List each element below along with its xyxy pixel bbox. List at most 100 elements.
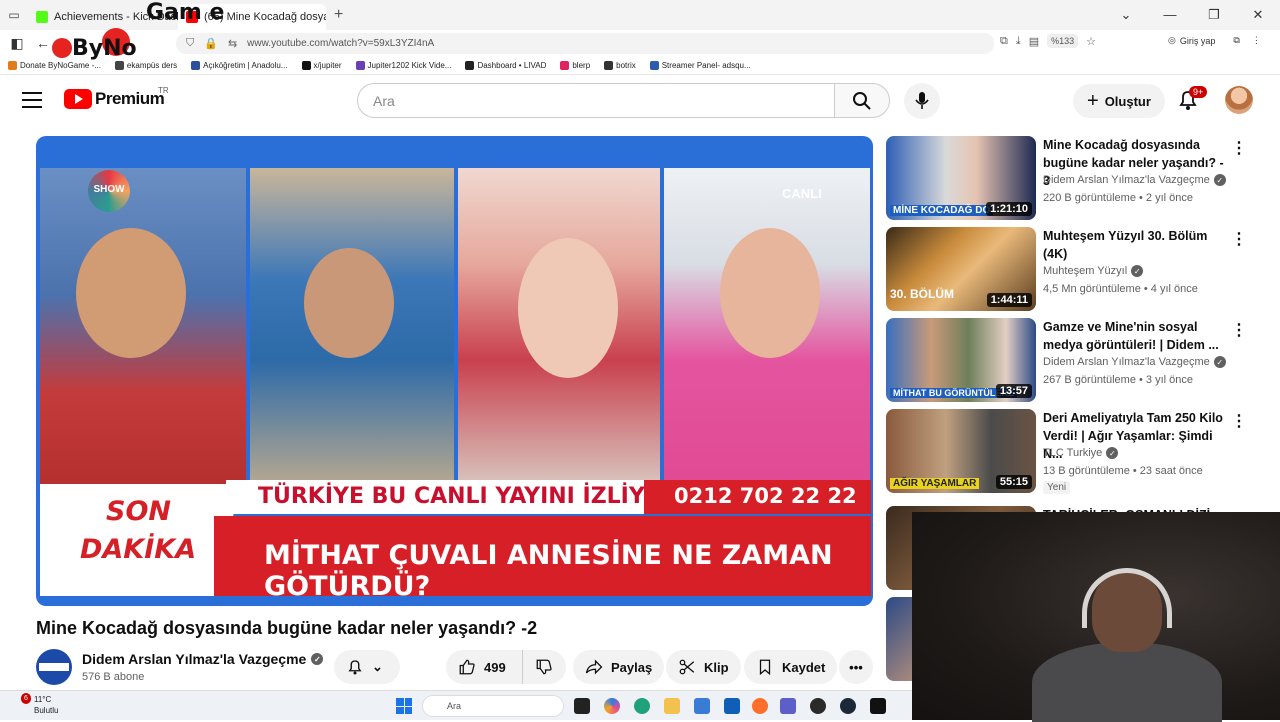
like-button[interactable]: 499 [446,650,522,684]
share-label: Paylaş [611,659,653,675]
new-tab-icon[interactable]: + [334,6,343,24]
save-button[interactable]: Kaydet [744,650,838,684]
share-button[interactable]: Paylaş [573,650,665,684]
epic-games-icon[interactable] [870,698,886,714]
video-duration: 1:21:10 [986,202,1032,216]
weather-condition: Bulutlu [34,706,59,715]
signin-button[interactable]: ◎ Giriş yap ⧉ ⋮ [1168,35,1261,46]
channel-name[interactable]: Didem Arslan Yılmaz'la Vazgeçme ✓ [82,651,324,667]
window-menu-icon[interactable]: ▭ [0,8,28,22]
headline-top: TÜRKİYE BU CANLI YAYINI İZLİYOR! [258,484,690,509]
bookmark-icon [759,659,771,676]
channel-name[interactable]: Muhteşem Yüzyıl ✓ [1043,265,1144,277]
browser-menu-icon[interactable]: ⋮ [1252,35,1261,46]
video-player[interactable]: SHOW CANLI SON DAKİKA TÜRKİYE BU CANLI Y… [36,136,873,606]
bell-icon [348,660,362,675]
dislike-button[interactable] [522,650,566,684]
save-label: Kaydet [782,659,826,675]
bookmark-item[interactable]: Dashboard • LIVAD [465,61,546,70]
minimize-icon[interactable]: — [1148,7,1192,23]
webcam-overlay [912,512,1280,722]
task-view-icon[interactable] [574,698,590,714]
screenshot-icon[interactable]: ⧉ [1000,35,1008,48]
chevron-down-icon: ⌄ [372,659,383,674]
voice-search-button[interactable] [904,83,940,119]
list-item[interactable]: AĞIR YAŞAMLAR 55:15 Deri Ameliyatıyla Ta… [886,409,1266,501]
zoom-level[interactable]: %133 [1047,34,1079,48]
start-button[interactable] [396,698,412,714]
video-duration: 55:15 [995,475,1032,489]
create-label: Oluştur [1104,93,1151,109]
video-panel-elder-woman [250,168,454,488]
breaking-son: SON [106,496,171,527]
sidebar-toggle-icon[interactable]: ◧ [4,35,30,52]
more-vert-icon[interactable]: ⋮ [1231,320,1247,340]
signin-label: Giriş yap [1179,35,1216,46]
video-thumbnail[interactable]: MİNE KOCADAĞ DO 1:21:10 [886,136,1036,220]
bookmark-item[interactable]: Jupiter1202 Kick Vide... [355,61,451,70]
thumbnail-caption: MİNE KOCADAĞ DO [890,205,994,216]
restore-icon[interactable]: ❐ [1192,7,1236,23]
video-title[interactable]: Muhteşem Yüzyıl 30. Bölüm (4K) [1043,227,1233,263]
video-title[interactable]: Gamze ve Mine'nin sosyal medya görüntüle… [1043,318,1233,354]
channel-name[interactable]: Didem Arslan Yılmaz'la Vazgeçme ✓ [1043,356,1226,368]
window-close-icon[interactable]: ✕ [1236,7,1280,23]
search-icon [853,91,871,110]
create-button[interactable]: + Oluştur [1073,84,1165,118]
video-thumbnail[interactable]: MİTHAT BU GÖRÜNTÜLERE 13:57 [886,318,1036,402]
clip-button[interactable]: Klip [666,650,741,684]
extensions-icon[interactable]: ⧉ [1233,35,1239,46]
more-actions-button[interactable]: ••• [839,650,873,684]
more-vert-icon[interactable]: ⋮ [1231,411,1247,431]
bookmark-item[interactable]: blerp [560,61,590,70]
store-icon[interactable] [694,698,710,714]
scissors-icon [679,659,695,675]
weather-widget[interactable]: 6 11°C Bulutlu [12,693,59,716]
list-item[interactable]: MİTHAT BU GÖRÜNTÜLERE 13:57 Gamze ve Min… [886,318,1266,402]
bookmark-item[interactable]: botrix [604,61,636,70]
avatar[interactable] [1225,86,1253,114]
subscription-bell-button[interactable]: ⌄ [334,650,400,684]
reader-icon[interactable]: ▤ [1029,35,1039,48]
video-thumbnail[interactable]: AĞIR YAŞAMLAR 55:15 [886,409,1036,493]
video-duration: 13:57 [995,384,1032,398]
country-code: TR [158,86,169,95]
channel-avatar[interactable] [36,649,72,685]
bookmark-item[interactable]: x/jupiter [301,61,342,70]
steam-icon[interactable] [840,698,856,714]
file-explorer-icon[interactable] [664,698,680,714]
edge-icon[interactable] [634,698,650,714]
search-input[interactable]: Ara [357,83,835,118]
verified-icon: ✓ [1213,174,1226,186]
more-vert-icon[interactable]: ⋮ [1231,138,1247,158]
headline-bar-bottom: MİTHAT ÇUVALI ANNESİNE NE ZAMAN GÖTÜRDÜ? [214,516,871,602]
url-field[interactable]: ⛉ 🔒 ⇆ www.youtube.com/watch?v=59xL3YZI4n… [176,33,994,54]
weather-temp: 11°C [34,695,52,704]
tab-list-chevron-icon[interactable]: ⌄ [1104,7,1148,23]
obs-icon[interactable] [810,698,826,714]
firefox-icon[interactable] [752,698,768,714]
outlook-icon[interactable] [724,698,740,714]
copilot-icon[interactable] [604,698,620,714]
bookmark-star-icon[interactable]: ☆ [1086,35,1096,48]
menu-icon[interactable] [22,92,42,113]
taskbar: 6 11°C Bulutlu Ara [0,690,912,720]
teams-icon[interactable] [780,698,796,714]
headline-bar-top: TÜRKİYE BU CANLI YAYINI İZLİYOR! 0212 70… [226,480,871,514]
youtube-premium-logo[interactable]: Premium TR [64,86,169,109]
account-icon: ◎ [1168,35,1176,45]
thumbs-up-icon [459,659,475,675]
search-button[interactable] [834,83,890,118]
verified-icon: ✓ [1131,265,1144,277]
channel-name[interactable]: TLC Turkiye ✓ [1043,447,1119,459]
list-item[interactable]: 30. BÖLÜM 1:44:11 Muhteşem Yüzyıl 30. Bö… [886,227,1266,311]
more-vert-icon[interactable]: ⋮ [1231,229,1247,249]
download-icon[interactable]: ⤓ [1016,35,1021,48]
taskbar-search[interactable]: Ara [422,695,564,717]
youtube-play-icon [64,89,92,109]
breaking-dakika: DAKİKA [80,534,197,565]
channel-name[interactable]: Didem Arslan Yılmaz'la Vazgeçme ✓ [1043,174,1226,186]
list-item[interactable]: MİNE KOCADAĞ DO 1:21:10 Mine Kocadağ dos… [886,136,1266,220]
bookmark-item[interactable]: Streamer Panel- adsqu... [649,61,751,70]
video-thumbnail[interactable]: 30. BÖLÜM 1:44:11 [886,227,1036,311]
